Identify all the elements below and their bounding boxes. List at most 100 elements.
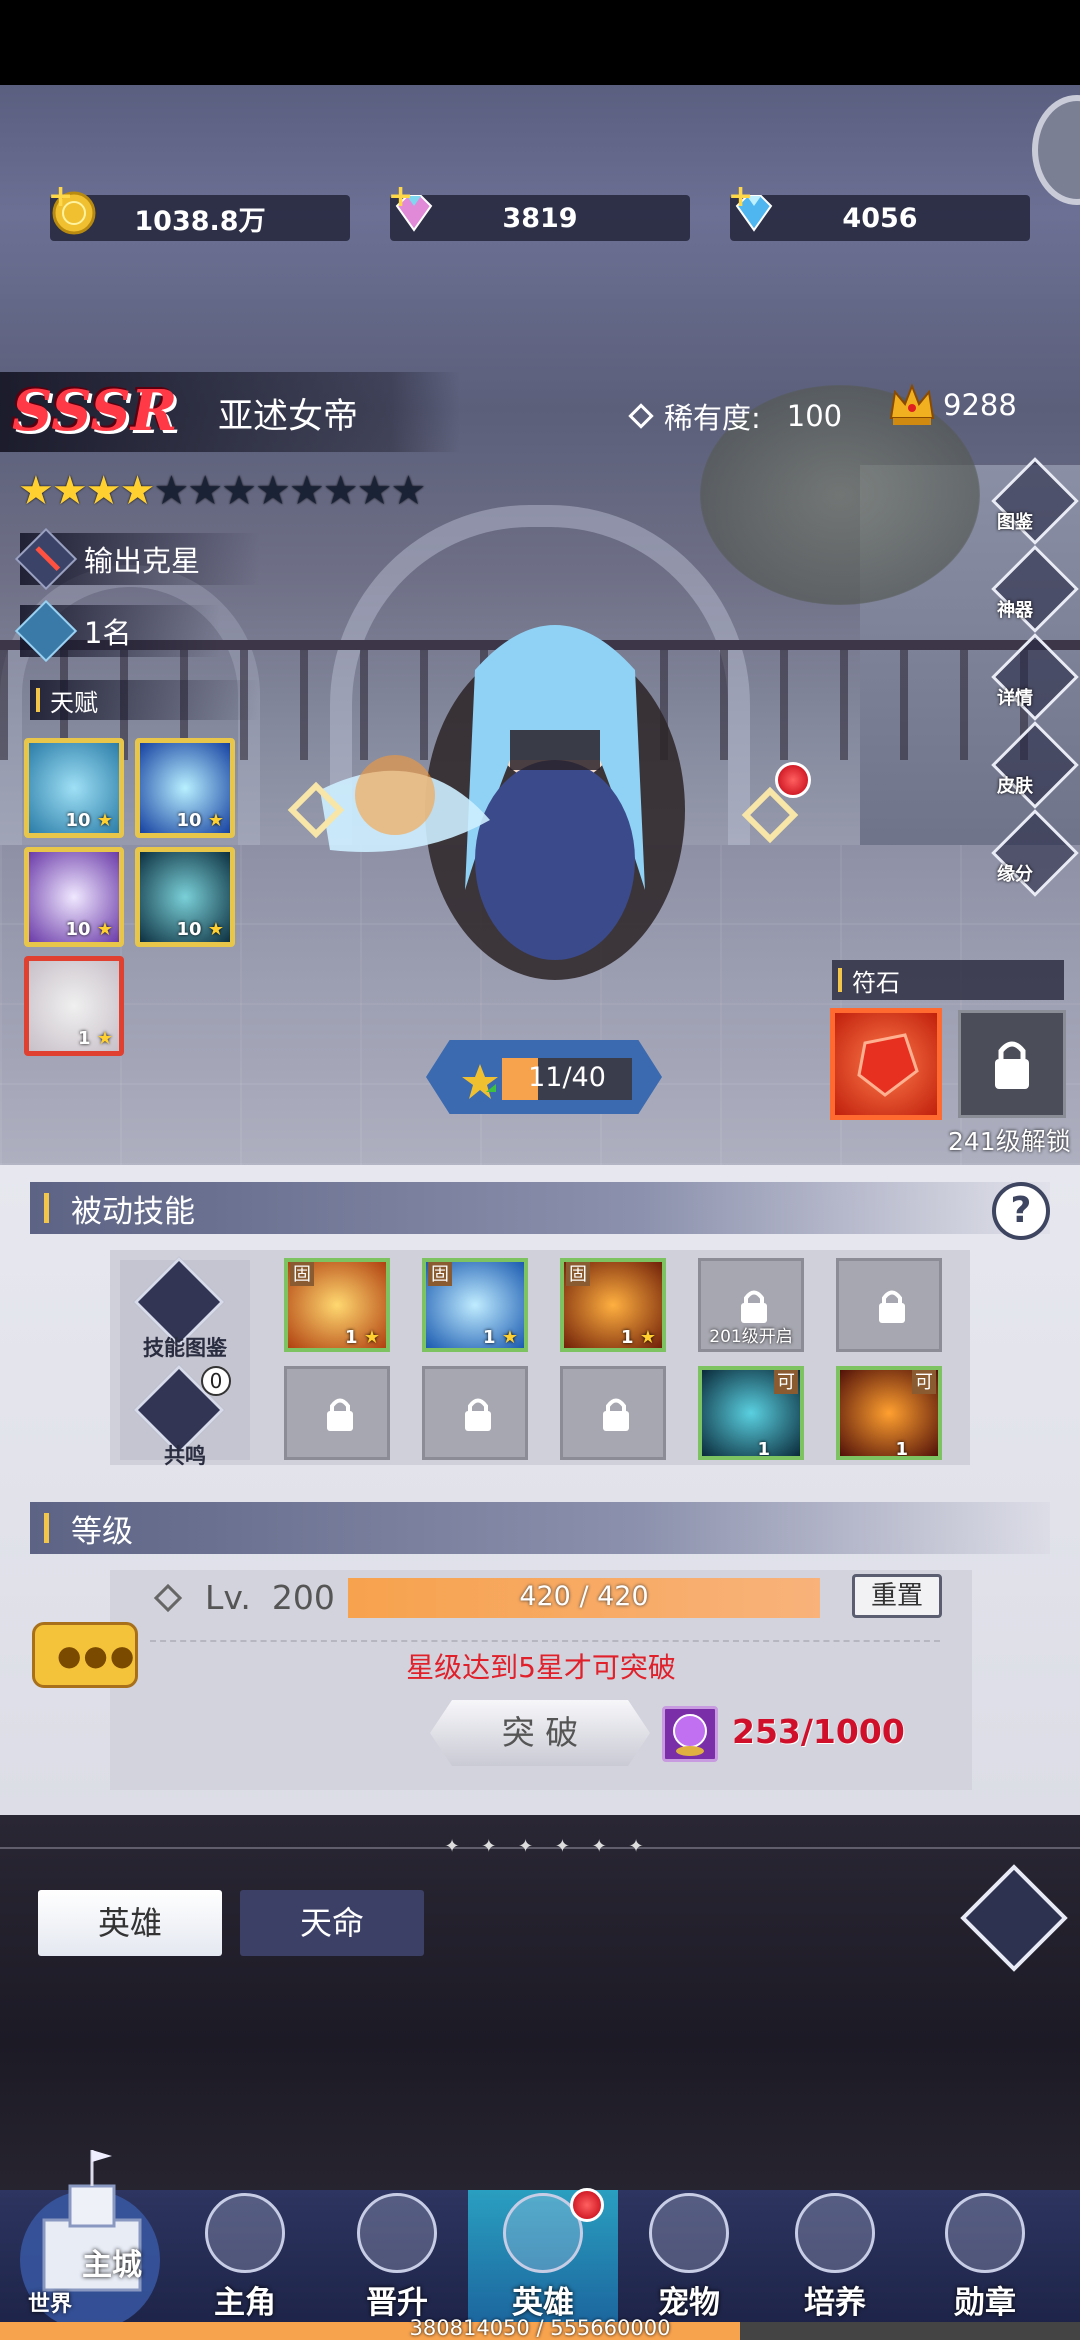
passive-skill-10[interactable]: 可 1 [836,1366,942,1460]
resonance-count-badge: 0 [201,1366,231,1396]
add-gold-icon[interactable]: + [48,179,73,214]
star-empty-icon: ★ [187,468,223,514]
rainbow-diamond-amount: 3819 [502,202,578,234]
skill-level: 1 [895,1439,908,1460]
breakthrough-button[interactable]: 突 破 [430,1700,650,1766]
passive-skill-locked-5[interactable] [836,1258,942,1352]
status-bar-area [0,0,1080,85]
details-label: 详情 [997,688,1033,709]
level-divider [150,1640,940,1642]
breakthrough-warning: 星级达到5星才可突破 [406,1651,676,1684]
diamond-bullet-icon [628,403,654,429]
passive-skill-locked-7[interactable] [422,1366,528,1460]
skill-level: 1 [757,1439,770,1460]
skill-codex-label: 技能图鉴 [143,1336,227,1360]
add-rainbow-diamond-icon[interactable]: + [388,179,413,214]
artifact-label: 神器 [997,600,1033,621]
medal-icon [945,2193,1025,2273]
purple-orb-icon [662,1706,718,1762]
passive-skill-locked-8[interactable] [560,1366,666,1460]
resonance-label: 共鸣 [164,1444,206,1468]
lock-icon [465,1398,491,1431]
hero-character-art[interactable] [300,560,820,1020]
lock-icon [995,1041,1029,1089]
passive-skill-locked-4[interactable]: 201级开启 [698,1258,804,1352]
star-empty-icon: ★ [356,468,393,514]
notification-dot [775,762,811,798]
optional-tag: 可 [912,1370,936,1394]
optional-tag: 可 [774,1370,798,1394]
reset-button[interactable]: 重置 [852,1574,942,1618]
talent-slot-3[interactable]: 10 ★ [24,847,124,947]
fixed-tag: 固 [428,1262,452,1286]
star-empty-icon: ★ [288,468,325,514]
hero-rarity-badge: SSSR [12,378,178,444]
blue-diamond-amount: 4056 [842,202,918,234]
passive-skill-9[interactable]: 可 1 [698,1366,804,1460]
star-empty-icon: ★ [153,468,189,514]
role-tag: 输出克星 [14,527,260,591]
lock-icon [879,1290,905,1323]
hero-star-rating: ★★★★★★★★★★★★ [18,468,426,514]
talent-level: 10 ★ [176,810,224,831]
rarity-value: 100 [786,399,843,433]
rank-label: 1名 [84,616,132,650]
passive-skill-locked-6[interactable] [284,1366,390,1460]
passive-skill-1[interactable]: 固 1 ★ [284,1258,390,1352]
star-empty-icon: ★ [322,468,359,514]
codex-label: 图鉴 [997,512,1033,533]
bond-label: 缘分 [997,864,1033,885]
passive-skill-3[interactable]: 固 1 ★ [560,1258,666,1352]
skill-level: 1 ★ [621,1327,656,1348]
level-title: 等级 [71,1513,133,1550]
nav-world-label: 世界 [28,2292,73,2317]
passive-skills-title: 被动技能 [71,1193,195,1230]
nav-home-city[interactable]: 主城 世界 [10,2140,175,2340]
lock-icon [327,1398,353,1431]
rank-tag: 1名 [14,599,220,663]
hero-name: 亚述女帝 [218,397,359,437]
lock-icon [741,1290,767,1323]
skin-label: 皮肤 [997,776,1033,797]
chat-bubble-button[interactable]: ●●● [32,1622,138,1688]
level-exp-text: 420 / 420 [519,1581,649,1612]
blue-diamond-resource[interactable]: + 4056 [728,179,1030,241]
star-empty-icon: ★ [221,468,257,514]
skill-level: 1 ★ [483,1327,518,1348]
tab-hero[interactable]: 英雄 [38,1890,222,1956]
talent-title: 天赋 [50,688,98,717]
passive-skill-2[interactable]: 固 1 ★ [422,1258,528,1352]
unlock-level-text: 201级开启 [709,1327,793,1347]
rarity-label: 稀有度: [664,401,761,435]
bottom-area [0,1815,1080,2195]
skill-level: 1 ★ [345,1327,380,1348]
gold-resource[interactable]: + 1038.8万 [48,179,350,241]
talent-header: 天赋 [30,680,260,720]
fixed-tag: 固 [566,1262,590,1286]
talent-slot-1[interactable]: 10 ★ [24,738,124,838]
pet-icon [649,2193,729,2273]
gold-amount: 1038.8万 [134,205,266,237]
talent-slot-4[interactable]: 10 ★ [135,847,235,947]
red-crystal-icon [857,1033,919,1097]
talent-slot-5[interactable]: 1 ★ [24,956,124,1056]
protagonist-icon [205,2193,285,2273]
talent-level: 10 ★ [65,919,113,940]
rune-slot-2-locked[interactable] [958,1010,1066,1118]
rarity-info: 稀有度: 100 [628,395,843,437]
star-filled-icon: ★ [85,468,122,514]
talent-slot-2[interactable]: 10 ★ [135,738,235,838]
global-progress-text: 380814050 / 555660000 [409,2316,671,2340]
hero-exp-track: 11/40 [502,1058,632,1100]
power-value: 9288 [943,388,1017,422]
rainbow-diamond-resource[interactable]: + 3819 [388,179,690,241]
talent-level: 10 ★ [176,919,224,940]
star-filled-icon: ★ [119,468,156,514]
add-blue-diamond-icon[interactable]: + [728,179,753,214]
rune-slot-1[interactable] [830,1008,942,1120]
tab-destiny[interactable]: 天命 [240,1890,424,1956]
help-button[interactable]: ? [992,1182,1050,1240]
training-icon [795,2193,875,2273]
divider-ornament: ✦ ✦ ✦ ✦ ✦ ✦ [444,1836,652,1857]
star-empty-icon: ★ [255,468,291,514]
